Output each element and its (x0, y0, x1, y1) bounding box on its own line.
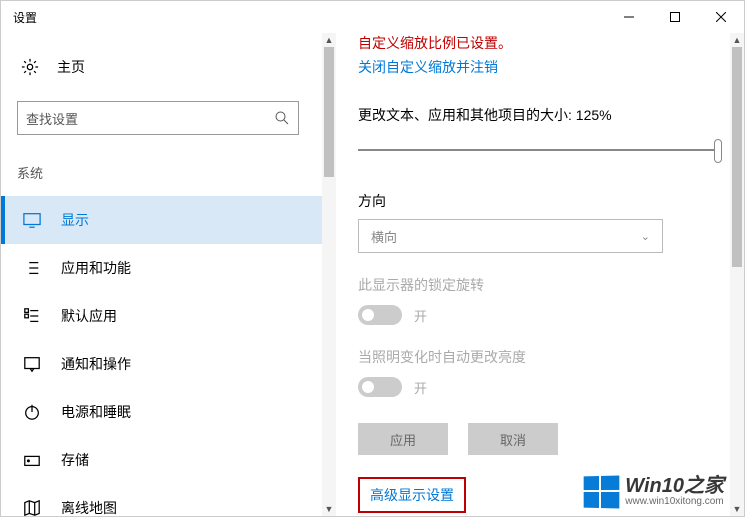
sidebar-scrollbar[interactable]: ▲ ▼ (322, 33, 336, 516)
home-label: 主页 (57, 57, 85, 77)
window-title: 设置 (13, 9, 37, 26)
nav-storage[interactable]: 存储 (1, 436, 336, 484)
search-input[interactable]: 查找设置 (17, 101, 299, 135)
map-icon (23, 499, 41, 517)
list-icon (23, 259, 41, 277)
scale-label: 更改文本、应用和其他项目的大小: 125% (358, 105, 722, 125)
nav-label: 默认应用 (61, 306, 117, 326)
rotation-lock-toggle[interactable] (358, 305, 402, 325)
scroll-up-icon[interactable]: ▲ (730, 33, 744, 47)
orientation-select[interactable]: 横向 ⌄ (358, 219, 663, 253)
slider-thumb[interactable] (714, 139, 722, 163)
watermark-url: www.win10xitong.com (625, 497, 724, 508)
main-panel: 自定义缩放比例已设置。 关闭自定义缩放并注销 更改文本、应用和其他项目的大小: … (336, 33, 744, 516)
orientation-value: 横向 (371, 227, 397, 246)
slider-track (358, 149, 722, 151)
nav-label: 通知和操作 (61, 354, 131, 374)
nav-default-apps[interactable]: 默认应用 (1, 292, 336, 340)
advanced-display-link[interactable]: 高级显示设置 (370, 485, 454, 505)
minimize-button[interactable] (606, 1, 652, 33)
nav-power[interactable]: 电源和睡眠 (1, 388, 336, 436)
power-icon (23, 403, 41, 421)
section-title: 系统 (1, 163, 336, 182)
auto-brightness-state: 开 (414, 378, 427, 397)
scroll-down-icon[interactable]: ▼ (322, 502, 336, 516)
nav-label: 离线地图 (61, 498, 117, 518)
advanced-link-highlight: 高级显示设置 (358, 477, 466, 513)
cancel-button[interactable]: 取消 (468, 423, 558, 455)
scroll-down-icon[interactable]: ▼ (730, 502, 744, 516)
nav-apps[interactable]: 应用和功能 (1, 244, 336, 292)
watermark-text: Win10之家 (625, 476, 724, 497)
maximize-button[interactable] (652, 1, 698, 33)
apply-button[interactable]: 应用 (358, 423, 448, 455)
orientation-label: 方向 (358, 191, 722, 211)
gear-icon (21, 58, 39, 76)
nav-label: 电源和睡眠 (61, 402, 131, 422)
auto-brightness-toggle[interactable] (358, 377, 402, 397)
home-button[interactable]: 主页 (1, 51, 336, 83)
custom-scale-warning: 自定义缩放比例已设置。 (358, 33, 722, 53)
rotation-lock-state: 开 (414, 306, 427, 325)
search-placeholder: 查找设置 (26, 109, 274, 128)
nav-offline-maps[interactable]: 离线地图 (1, 484, 336, 532)
signout-link[interactable]: 关闭自定义缩放并注销 (358, 57, 722, 77)
nav-display[interactable]: 显示 (1, 196, 336, 244)
notifications-icon (23, 355, 41, 373)
main-scrollbar[interactable]: ▲ ▼ (730, 33, 744, 516)
monitor-icon (23, 211, 41, 229)
nav-label: 存储 (61, 450, 89, 470)
nav-notifications[interactable]: 通知和操作 (1, 340, 336, 388)
chevron-down-icon: ⌄ (641, 230, 650, 243)
scroll-up-icon[interactable]: ▲ (322, 33, 336, 47)
scrollbar-thumb[interactable] (324, 47, 334, 177)
watermark: Win10之家 www.win10xitong.com (583, 476, 724, 508)
nav-label: 显示 (61, 210, 89, 230)
titlebar: 设置 (1, 1, 744, 33)
sidebar: 主页 查找设置 系统 显示 应用和功能 默认应用 通知和操作 电源和睡眠 (1, 33, 336, 516)
windows-logo-icon (584, 476, 620, 509)
scale-slider[interactable] (358, 137, 722, 167)
storage-icon (23, 451, 41, 469)
nav-label: 应用和功能 (61, 258, 131, 278)
rotation-lock-label: 此显示器的锁定旋转 (358, 275, 722, 295)
defaults-icon (23, 307, 41, 325)
search-icon (274, 110, 290, 126)
close-button[interactable] (698, 1, 744, 33)
scrollbar-thumb[interactable] (732, 47, 742, 267)
window-controls (606, 1, 744, 33)
auto-brightness-label: 当照明变化时自动更改亮度 (358, 347, 722, 367)
